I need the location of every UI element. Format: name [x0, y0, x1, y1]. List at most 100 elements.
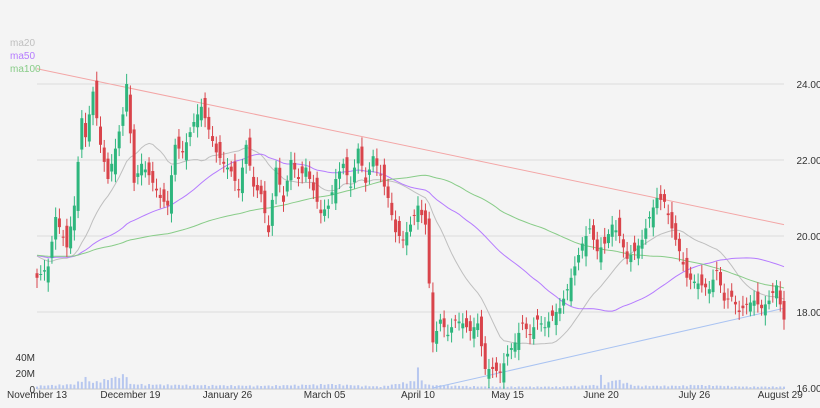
volume-bar — [43, 385, 46, 389]
candle-body — [659, 193, 663, 200]
candle-body — [677, 238, 681, 252]
volume-bar — [499, 386, 502, 389]
volume-bar — [450, 386, 453, 389]
volume-bar — [181, 385, 184, 389]
volume-bar — [375, 386, 378, 389]
volume-bar — [543, 386, 546, 389]
candle-body — [382, 164, 386, 187]
candle-body — [603, 236, 607, 244]
candle-body — [218, 141, 222, 159]
volume-bar — [226, 385, 229, 389]
candle-body — [618, 217, 622, 236]
volume-bar — [308, 384, 311, 389]
candle-body — [222, 161, 226, 164]
candle-body — [263, 190, 267, 214]
volume-bar — [394, 384, 397, 389]
volume-bar — [745, 386, 748, 389]
volume-bar — [652, 385, 655, 389]
volume-bar — [555, 386, 558, 389]
volume-bar — [297, 385, 300, 389]
volume-bar — [155, 384, 158, 389]
candle-body — [42, 270, 46, 272]
volume-bar — [741, 386, 744, 389]
volume-bar — [405, 383, 408, 389]
candle-body — [196, 114, 200, 128]
candle-body — [169, 175, 173, 214]
volume-bar — [622, 383, 625, 389]
candle-body — [528, 334, 532, 336]
candle-body — [625, 251, 629, 259]
candle-body — [315, 177, 319, 202]
candle-body — [741, 305, 745, 309]
candle-body — [655, 198, 659, 209]
candle-body — [539, 323, 543, 325]
volume-bar — [648, 386, 651, 389]
volume-bar — [271, 386, 274, 389]
candle-body — [50, 241, 54, 258]
volume-bar — [387, 385, 390, 389]
volume-bar — [312, 384, 315, 389]
candle-body — [334, 179, 338, 204]
candle-body — [610, 224, 614, 237]
volume-bar — [73, 384, 76, 389]
candle-body — [573, 266, 577, 276]
volume-bar — [570, 386, 573, 389]
candle-body — [595, 239, 599, 252]
volume-bar — [62, 385, 65, 389]
volume-bar — [379, 387, 382, 389]
candle-body — [453, 319, 457, 321]
volume-bar — [211, 384, 214, 389]
volume-bar — [69, 384, 72, 389]
candle-body — [483, 343, 487, 369]
chart-legend: ma20 ma50 ma100 — [10, 37, 41, 76]
volume-bar — [196, 385, 199, 389]
legend-item-ma100: ma100 — [10, 64, 41, 75]
date-tick-label: March 05 — [304, 390, 346, 401]
candle-body — [461, 323, 465, 329]
volume-bar — [342, 385, 345, 389]
volume-bar — [230, 385, 233, 389]
candle-body — [409, 224, 412, 232]
volume-bar — [148, 384, 151, 389]
candle-body — [502, 363, 506, 383]
volume-bar — [177, 384, 180, 389]
date-tick-label: June 20 — [583, 390, 619, 401]
volume-bar — [536, 386, 539, 389]
candle-body — [737, 310, 741, 312]
volume-bar — [734, 386, 737, 389]
volume-bar — [390, 384, 393, 389]
volume-bar — [465, 385, 468, 389]
candle-body — [748, 302, 752, 312]
volume-bar — [77, 381, 80, 389]
date-tick-label: August 29 — [758, 390, 803, 401]
candle-body — [730, 290, 734, 297]
volume-bar — [697, 385, 700, 389]
volume-bar — [521, 386, 524, 389]
candle-body — [188, 132, 192, 138]
volume-bar — [633, 385, 636, 389]
volume-bar — [532, 387, 535, 389]
candle-body — [76, 161, 80, 211]
candle-body — [506, 353, 510, 357]
volume-bar — [219, 385, 222, 389]
candle-body — [696, 283, 700, 290]
volume-bar — [775, 387, 778, 389]
candle-body — [550, 310, 554, 316]
candle-body — [199, 106, 203, 121]
candle-body — [330, 192, 334, 196]
volume-bar — [267, 385, 270, 389]
volume-bar — [603, 384, 606, 389]
candle-body — [438, 319, 442, 324]
volume-bar — [349, 385, 352, 389]
stock-chart: 24.0022.0020.0018.0016.0040M20M0November… — [0, 0, 820, 408]
volume-bar — [80, 381, 83, 389]
candle-body — [700, 274, 704, 286]
volume-bar — [263, 385, 266, 389]
candle-body — [509, 348, 513, 350]
volume-bar — [118, 378, 121, 389]
volume-bar — [368, 386, 371, 389]
candle-body — [319, 209, 323, 214]
candle-body — [356, 148, 360, 164]
candle-body — [155, 188, 159, 191]
candle-body — [371, 156, 375, 167]
